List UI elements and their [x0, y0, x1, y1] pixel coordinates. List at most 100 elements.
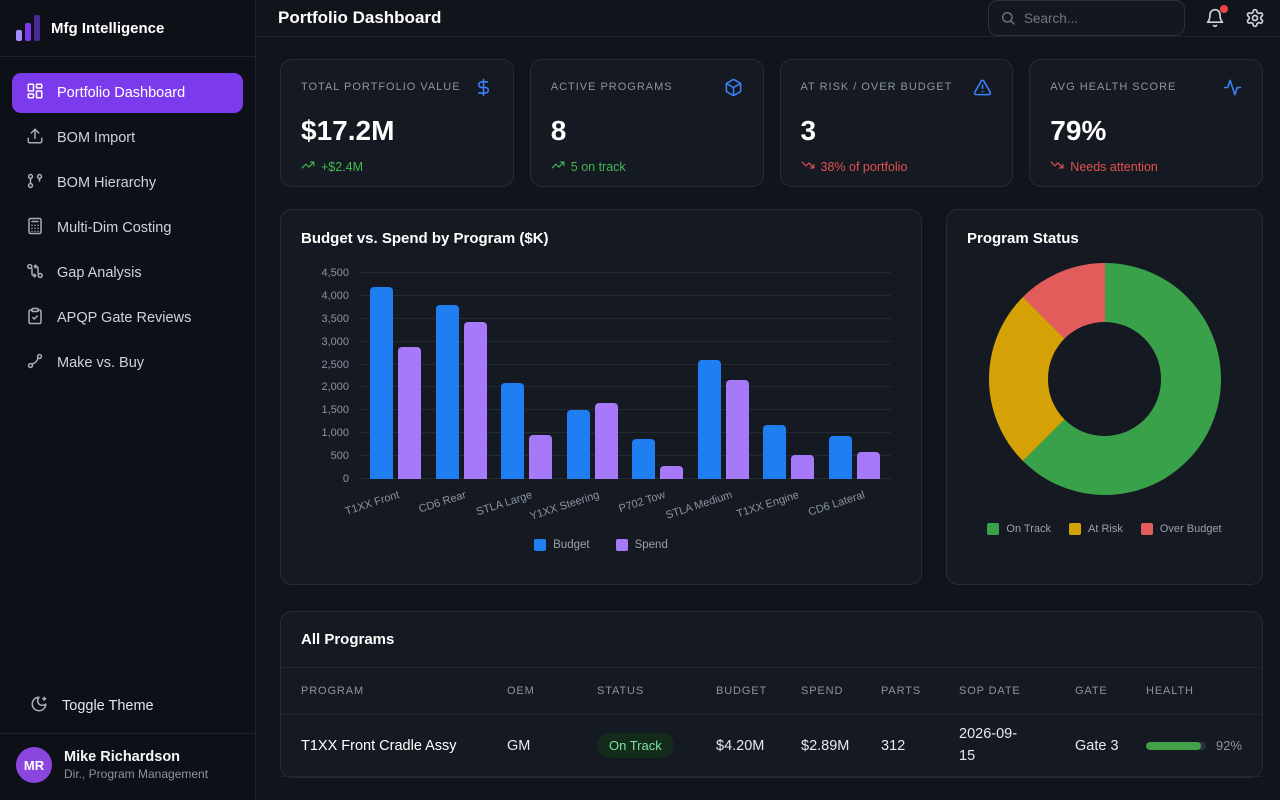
cell-sop-date: 2026-09-15: [959, 724, 1033, 766]
kpi-delta: Needs attention: [1050, 158, 1242, 175]
kpi-card-at-risk-over-budget: AT RISK / OVER BUDGET338% of portfolio: [780, 59, 1014, 187]
legend-swatch: [1141, 523, 1153, 535]
settings-button[interactable]: [1245, 8, 1265, 28]
kpi-value: 79%: [1050, 115, 1242, 147]
search-input[interactable]: [1024, 11, 1173, 26]
sidebar-item-label: Gap Analysis: [57, 265, 142, 281]
table-row[interactable]: T1XX Front Cradle AssyGMOn Track$4.20M$2…: [281, 715, 1262, 777]
cell-health: 92%: [1146, 738, 1242, 753]
sidebar-item-label: BOM Import: [57, 130, 135, 146]
programs-table-panel: All Programs PROGRAMOEMSTATUSBUDGETSPEND…: [280, 611, 1263, 778]
column-header-sop-date: SOP DATE: [959, 685, 1075, 697]
bars: [359, 273, 891, 479]
sidebar-item-multi-dim-costing[interactable]: Multi-Dim Costing: [12, 208, 243, 248]
column-header-spend: SPEND: [801, 685, 881, 697]
x-axis-label: STLA Large: [475, 489, 534, 518]
kpi-top: AT RISK / OVER BUDGET: [801, 78, 993, 102]
kpi-value: $17.2M: [301, 115, 493, 147]
sidebar-item-make-vs-buy[interactable]: Make vs. Buy: [12, 343, 243, 383]
status-badge: On Track: [597, 733, 674, 758]
column-header-parts: PARTS: [881, 685, 959, 697]
compare-icon: [26, 262, 44, 284]
user-info: Mike Richardson Dir., Program Management: [64, 749, 208, 781]
hierarchy-icon: [26, 172, 44, 194]
user-name: Mike Richardson: [64, 749, 208, 765]
main-area: Portfolio Dashboard: [256, 0, 1280, 800]
legend-swatch: [1069, 523, 1081, 535]
legend-item-spend: Spend: [616, 539, 668, 551]
sidebar-item-label: Multi-Dim Costing: [57, 220, 171, 236]
x-axis-label: P702 Tow: [618, 489, 667, 515]
charts-row: Budget vs. Spend by Program ($K) 05001,0…: [280, 209, 1263, 585]
x-axis-label: CD6 Lateral: [807, 489, 867, 519]
bar-spend: [595, 403, 618, 479]
cell-budget: $4.20M: [716, 738, 801, 754]
bar-spend: [464, 322, 487, 479]
cell-oem: GM: [507, 738, 597, 754]
legend-label: Over Budget: [1160, 523, 1222, 535]
bar-budget: [567, 410, 590, 479]
notifications-button[interactable]: [1205, 8, 1225, 28]
y-axis-tick: 3,000: [321, 336, 349, 348]
cell-spend: $2.89M: [801, 738, 881, 754]
content: TOTAL PORTFOLIO VALUE$17.2M+$2.4MACTIVE …: [256, 37, 1280, 800]
top-header: Portfolio Dashboard: [256, 0, 1280, 37]
theme-toggle-button[interactable]: Toggle Theme: [0, 683, 255, 733]
sidebar-item-bom-import[interactable]: BOM Import: [12, 118, 243, 158]
sidebar-item-bom-hierarchy[interactable]: BOM Hierarchy: [12, 163, 243, 203]
sidebar: Mfg Intelligence Portfolio DashboardBOM …: [0, 0, 256, 800]
trend-up-icon: [551, 158, 565, 175]
y-axis-tick: 500: [331, 450, 349, 462]
kpi-delta: +$2.4M: [301, 158, 493, 175]
sidebar-bottom: Toggle Theme MR Mike Richardson Dir., Pr…: [0, 683, 255, 800]
legend-item-at-risk: At Risk: [1069, 523, 1123, 535]
bar-budget: [436, 305, 459, 479]
sidebar-item-gap-analysis[interactable]: Gap Analysis: [12, 253, 243, 293]
health-percent: 92%: [1216, 738, 1242, 753]
sidebar-item-apqp-gate-reviews[interactable]: APQP Gate Reviews: [12, 298, 243, 338]
legend-swatch: [616, 539, 628, 551]
y-axis-tick: 1,500: [321, 404, 349, 416]
bar-spend: [398, 347, 421, 479]
bar-group: [429, 273, 495, 479]
bar-spend: [529, 435, 552, 479]
kpi-delta-text: 5 on track: [571, 160, 626, 174]
column-header-health: HEALTH: [1146, 685, 1242, 697]
logo-bars-icon: [16, 15, 40, 41]
bar-chart-title: Budget vs. Spend by Program ($K): [301, 230, 901, 247]
clipboard-check-icon: [26, 307, 44, 329]
kpi-card-avg-health-score: AVG HEALTH SCORE79%Needs attention: [1029, 59, 1263, 187]
kpi-label: TOTAL PORTFOLIO VALUE: [301, 78, 461, 93]
kpi-delta: 38% of portfolio: [801, 158, 993, 175]
y-axis-tick: 4,000: [321, 290, 349, 302]
upload-icon: [26, 127, 44, 149]
bar-group: [691, 273, 757, 479]
legend-item-over-budget: Over Budget: [1141, 523, 1222, 535]
sidebar-item-portfolio-dashboard[interactable]: Portfolio Dashboard: [12, 73, 243, 113]
branch-icon: [26, 352, 44, 374]
app-root: Mfg Intelligence Portfolio DashboardBOM …: [0, 0, 1280, 800]
legend-swatch: [534, 539, 546, 551]
bar-budget: [501, 383, 524, 479]
column-header-oem: OEM: [507, 685, 597, 697]
sidebar-item-label: BOM Hierarchy: [57, 175, 156, 191]
user-profile[interactable]: MR Mike Richardson Dir., Program Managem…: [0, 733, 255, 800]
x-axis-label: CD6 Rear: [418, 489, 468, 516]
y-axis-tick: 2,000: [321, 381, 349, 393]
column-header-budget: BUDGET: [716, 685, 801, 697]
bar-spend: [857, 452, 880, 479]
bar-chart-legend: BudgetSpend: [301, 539, 901, 551]
legend-swatch: [987, 523, 999, 535]
table-body: T1XX Front Cradle AssyGMOn Track$4.20M$2…: [281, 715, 1262, 777]
table-header-row: PROGRAMOEMSTATUSBUDGETSPENDPARTSSOP DATE…: [281, 668, 1262, 715]
column-header-program: PROGRAM: [301, 685, 507, 697]
search-box[interactable]: [988, 0, 1185, 36]
bar-budget: [763, 425, 786, 479]
x-axis-label: T1XX Front: [344, 489, 401, 518]
column-header-status: STATUS: [597, 685, 716, 697]
avatar: MR: [16, 747, 52, 783]
kpi-card-total-portfolio-value: TOTAL PORTFOLIO VALUE $17.2M +$2.4M: [280, 59, 514, 187]
kpi-delta-text: +$2.4M: [321, 160, 363, 174]
moon-icon: [30, 695, 48, 717]
y-axis-tick: 2,500: [321, 359, 349, 371]
